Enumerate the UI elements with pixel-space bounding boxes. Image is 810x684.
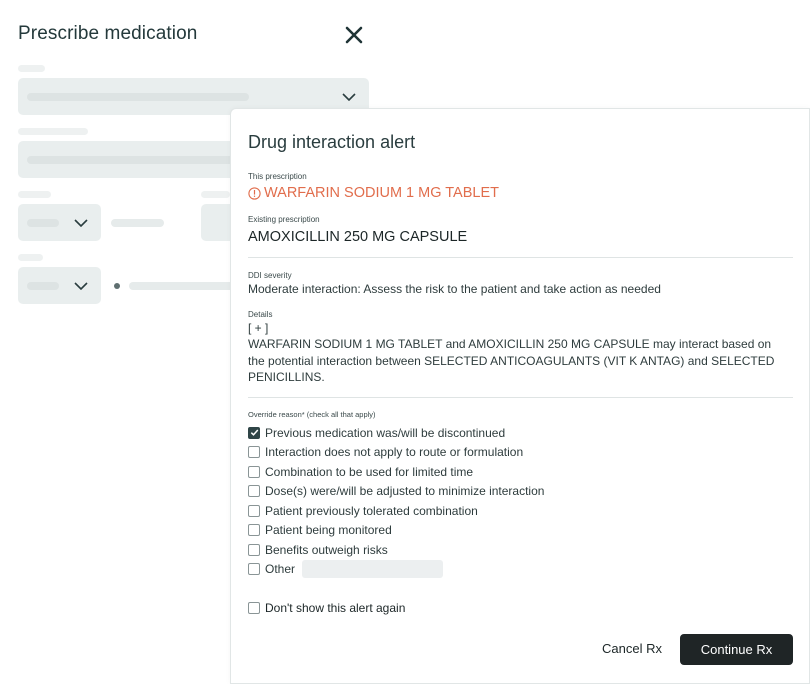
override-option-label: Patient being monitored — [265, 523, 392, 538]
dont-show-alert-option[interactable]: Don't show this alert again — [248, 601, 405, 615]
divider — [248, 397, 793, 398]
field-label-placeholder — [18, 128, 88, 135]
override-option-benefits-outweigh[interactable]: Benefits outweigh risks — [248, 540, 544, 560]
details-toggle[interactable]: [ + ] — [248, 320, 268, 337]
radio-dot[interactable] — [114, 283, 120, 289]
override-option-previously-tolerated[interactable]: Patient previously tolerated combination — [248, 501, 544, 521]
chevron-down-icon — [342, 93, 356, 101]
checkbox[interactable] — [248, 504, 260, 517]
other-reason-input[interactable] — [302, 560, 444, 579]
field-label-placeholder — [18, 191, 51, 198]
checkbox[interactable] — [248, 563, 260, 576]
ddi-severity-value: Moderate interaction: Assess the risk to… — [248, 282, 661, 296]
this-prescription-label: This prescription — [248, 172, 307, 181]
override-reason-list: Previous medication was/will be disconti… — [248, 423, 544, 579]
override-option-label: Other — [265, 562, 296, 577]
checkbox[interactable] — [248, 602, 260, 614]
override-option-limited-time[interactable]: Combination to be used for limited time — [248, 462, 544, 482]
drug-interaction-modal: Drug interaction alert This prescription… — [230, 108, 810, 684]
override-option-label: Interaction does not apply to route or f… — [265, 445, 524, 460]
text-placeholder — [27, 219, 59, 227]
override-option-route-formulation[interactable]: Interaction does not apply to route or f… — [248, 443, 544, 463]
override-option-label: Dose(s) were/will be adjusted to minimiz… — [265, 484, 545, 499]
alert-circle-icon — [248, 186, 261, 200]
checkbox[interactable] — [248, 524, 260, 537]
this-prescription-value: WARFARIN SODIUM 1 MG TABLET — [248, 185, 499, 201]
unit-select[interactable] — [201, 204, 230, 241]
check-icon — [250, 429, 258, 437]
field-label-placeholder — [18, 254, 43, 261]
close-icon[interactable] — [343, 24, 365, 46]
override-reason-label: Override reason* (check all that apply) — [248, 410, 376, 419]
override-option-previous-discontinued[interactable]: Previous medication was/will be disconti… — [248, 423, 544, 443]
existing-prescription-label: Existing prescription — [248, 215, 320, 224]
checkbox[interactable] — [248, 446, 260, 459]
checkbox-checked[interactable] — [248, 426, 260, 439]
checkbox[interactable] — [248, 485, 260, 498]
override-option-dose-adjusted[interactable]: Dose(s) were/will be adjusted to minimiz… — [248, 482, 544, 502]
override-option-other[interactable]: Other — [248, 560, 544, 580]
field-label-placeholder — [18, 65, 45, 72]
refills-select[interactable] — [18, 267, 101, 304]
override-option-monitored[interactable]: Patient being monitored — [248, 521, 544, 541]
override-option-label: Previous medication was/will be disconti… — [265, 425, 506, 440]
existing-prescription-value: AMOXICILLIN 250 MG CAPSULE — [248, 229, 468, 245]
field-label-placeholder — [201, 191, 230, 198]
page-title: Prescribe medication — [18, 23, 198, 44]
details-label: Details — [248, 310, 273, 319]
text-placeholder — [129, 282, 230, 290]
text-placeholder — [111, 219, 164, 227]
this-prescription-text: WARFARIN SODIUM 1 MG TABLET — [264, 185, 499, 201]
text-placeholder — [27, 93, 249, 101]
override-option-label: Benefits outweigh risks — [265, 542, 388, 557]
divider — [248, 257, 793, 258]
chevron-down-icon — [74, 219, 88, 227]
text-placeholder — [27, 282, 59, 290]
checkbox[interactable] — [248, 465, 260, 478]
cancel-rx-button[interactable]: Cancel Rx — [602, 641, 662, 656]
override-option-label: Patient previously tolerated combination — [265, 503, 478, 518]
text-placeholder — [27, 156, 230, 164]
continue-rx-button[interactable]: Continue Rx — [680, 634, 793, 665]
chevron-down-icon — [74, 282, 88, 290]
checkbox[interactable] — [248, 543, 260, 556]
override-option-label: Combination to be used for limited time — [265, 464, 474, 479]
sig-input[interactable] — [18, 141, 230, 178]
quantity-select[interactable] — [18, 204, 101, 241]
ddi-severity-label: DDI severity — [248, 271, 292, 280]
details-text: WARFARIN SODIUM 1 MG TABLET and AMOXICIL… — [248, 337, 775, 384]
dont-show-alert-label: Don't show this alert again — [265, 601, 406, 615]
modal-title: Drug interaction alert — [248, 132, 416, 152]
